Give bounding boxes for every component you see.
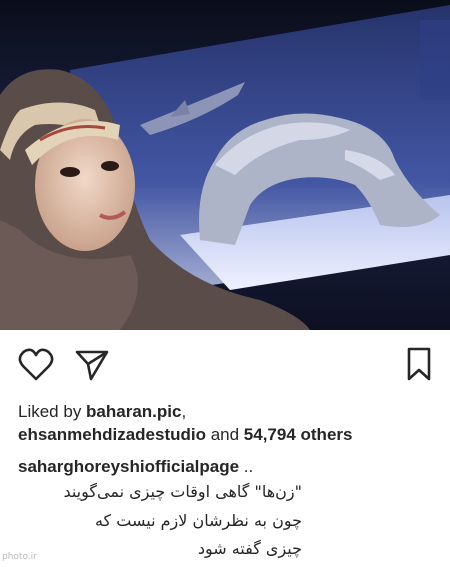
caption-line: چون به نظرشان لازم نیست که <box>94 511 302 530</box>
likes-summary: Liked by baharan.pic, ehsanmehdizadestud… <box>18 400 438 446</box>
caption-ellipsis: .. <box>239 457 254 476</box>
aquarium-selfie-image <box>0 0 450 330</box>
likes-prefix: Liked by <box>18 402 87 421</box>
caption-username[interactable]: saharghoreyshiofficialpage <box>18 457 239 476</box>
action-bar <box>0 330 450 394</box>
post-photo[interactable] <box>0 0 450 330</box>
watermark: photo.ir <box>2 552 37 562</box>
heart-icon[interactable] <box>18 348 54 382</box>
likes-separator: , <box>181 402 187 421</box>
caption-header: saharghoreyshiofficialpage .. <box>18 455 438 478</box>
caption-line: چیزی گفته شود <box>197 539 302 558</box>
bookmark-icon[interactable] <box>404 346 434 382</box>
liker-username[interactable]: baharan.pic <box>86 402 181 421</box>
instagram-post: Liked by baharan.pic, ehsanmehdizadestud… <box>0 0 450 567</box>
caption-line: "زن‌ها" گاهی اوقات چیزی نمی‌گویند <box>63 482 302 501</box>
likes-and: and <box>205 425 244 444</box>
send-icon[interactable] <box>74 348 110 382</box>
liker-username-2[interactable]: ehsanmehdizadestudio <box>18 425 206 444</box>
likes-count[interactable]: 54,794 others <box>244 425 353 444</box>
